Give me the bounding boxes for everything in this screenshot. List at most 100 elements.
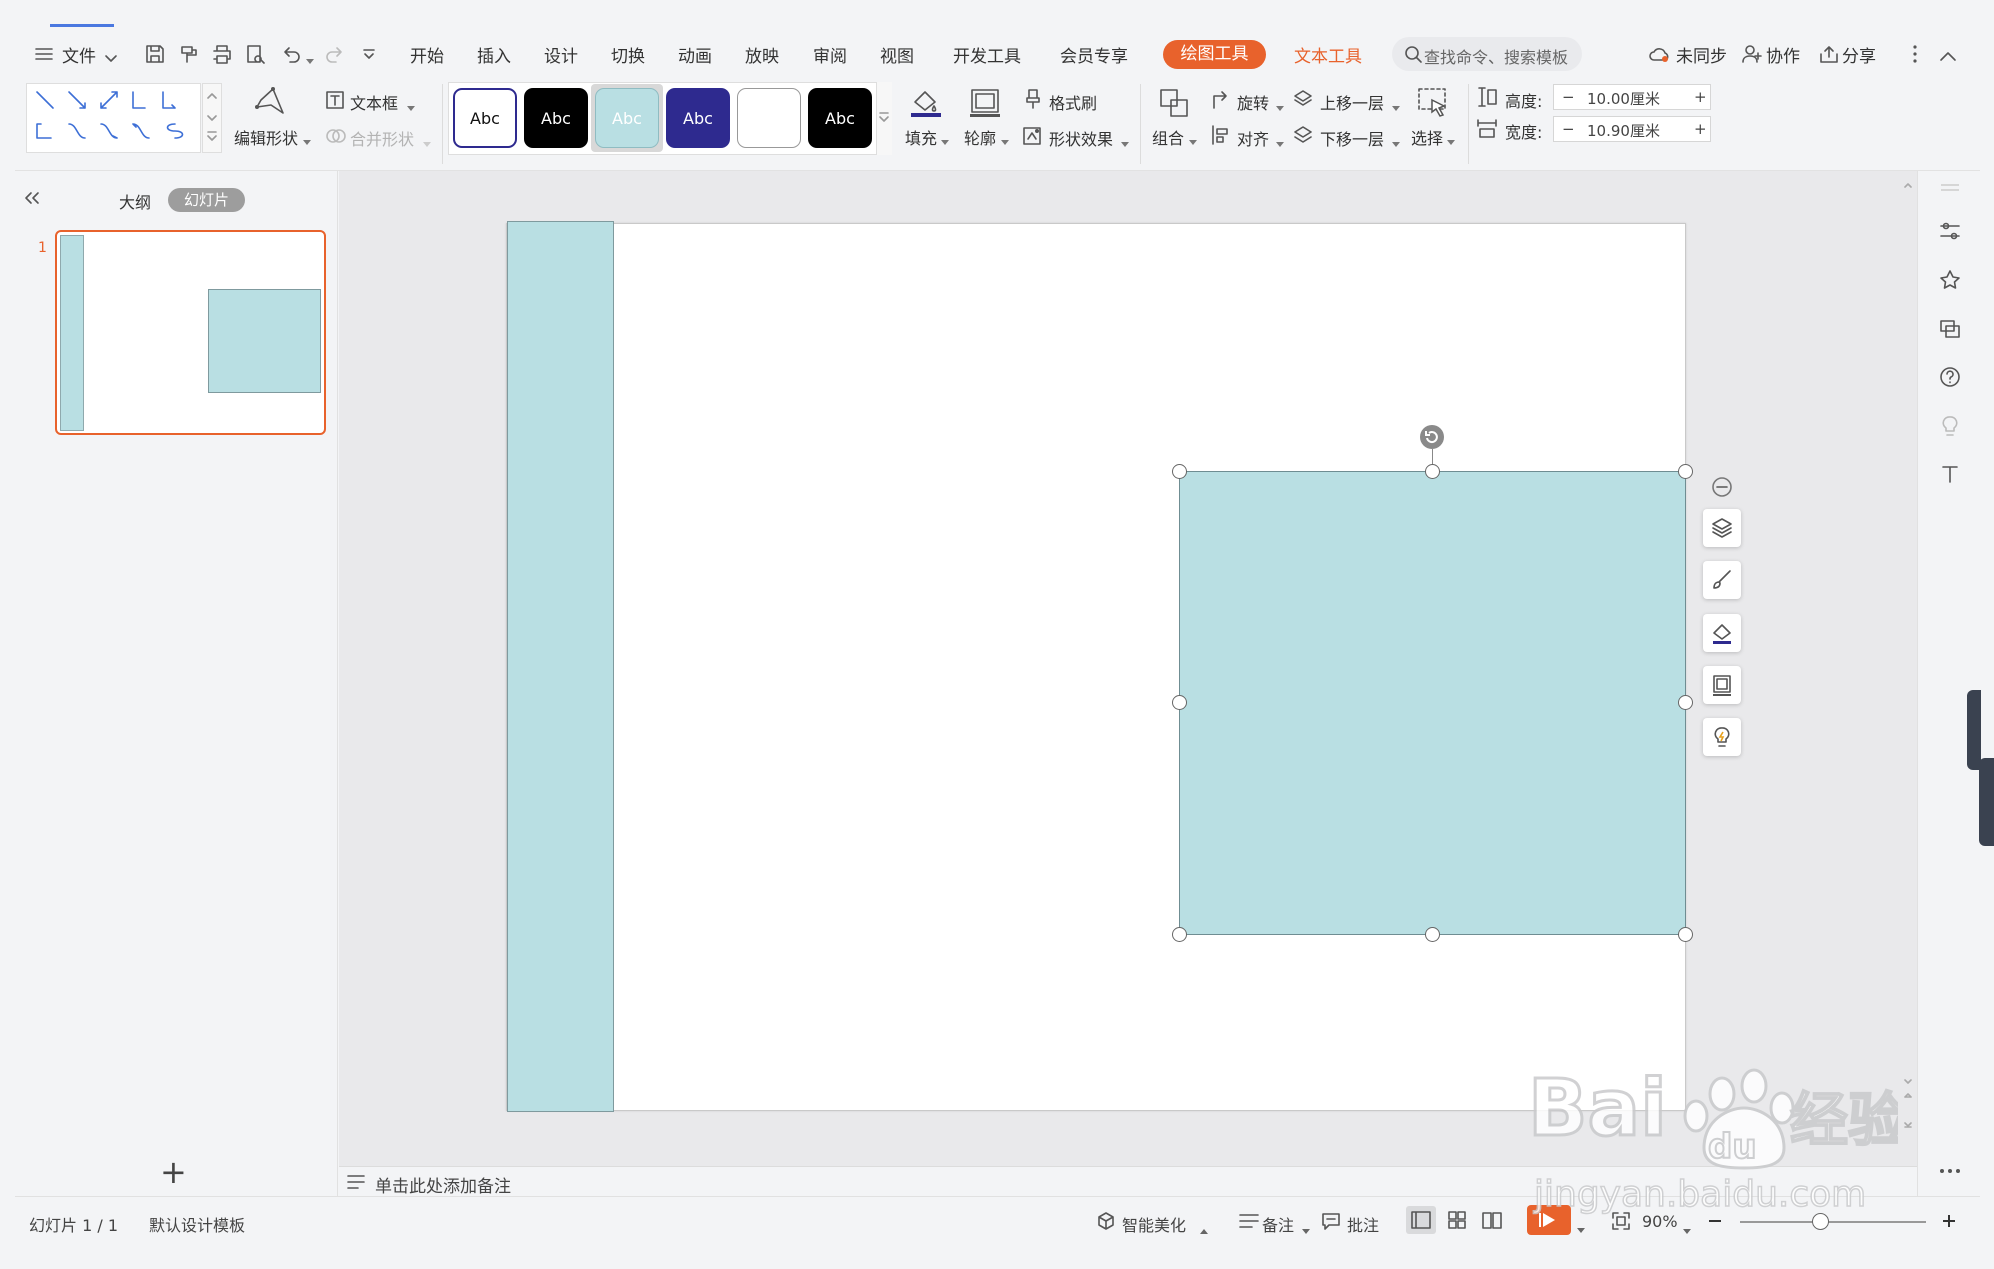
align-icon[interactable] (1210, 124, 1232, 150)
comment-icon[interactable] (1320, 1210, 1342, 1236)
search-box[interactable]: 查找命令、搜索模板 (1392, 37, 1582, 71)
resize-handle-top-right[interactable] (1678, 464, 1693, 479)
edit-shape-label[interactable]: 编辑形状 (234, 125, 298, 149)
float-outline-button[interactable] (1703, 666, 1741, 704)
width-input[interactable]: − 10.90厘米 + (1553, 116, 1711, 142)
outline-label[interactable]: 轮廓 (964, 125, 996, 149)
format-painter-label[interactable]: 格式刷 (1049, 90, 1097, 114)
group-icon[interactable] (1157, 86, 1191, 124)
float-idea-button[interactable] (1703, 718, 1741, 756)
resize-handle-bottom[interactable] (1425, 927, 1440, 942)
bring-forward-label[interactable]: 上移一层 (1320, 90, 1384, 114)
text-box-icon[interactable] (325, 90, 345, 114)
left-bar-shape[interactable] (507, 221, 614, 1112)
share-label[interactable]: 分享 (1842, 42, 1876, 67)
share-icon[interactable] (1818, 44, 1840, 68)
style-swatch-dark-blue[interactable]: Abc (666, 88, 730, 148)
tab-text-tools[interactable]: 文本工具 (1294, 42, 1362, 67)
text-icon[interactable] (1938, 462, 1962, 486)
customize-toolbar-icon[interactable] (362, 47, 376, 66)
undo-dropdown-icon[interactable] (305, 51, 315, 70)
collaborate-icon[interactable] (1741, 44, 1763, 68)
float-fill-button[interactable] (1703, 614, 1741, 652)
height-decrement[interactable]: − (1562, 88, 1575, 106)
tab-member[interactable]: 会员专享 (1060, 42, 1128, 67)
save-icon[interactable] (144, 43, 166, 69)
tab-drawing-tools[interactable]: 绘图工具 (1163, 40, 1266, 69)
tab-start[interactable]: 开始 (410, 42, 444, 67)
shape-effects-label[interactable]: 形状效果 (1049, 126, 1113, 150)
collapse-ribbon-icon[interactable] (1939, 47, 1957, 66)
rotate-icon[interactable] (1210, 88, 1232, 114)
reading-view-icon[interactable] (1481, 1210, 1503, 1234)
style-brush-button[interactable] (1703, 561, 1741, 599)
width-decrement[interactable]: − (1562, 120, 1575, 138)
tab-review[interactable]: 审阅 (813, 42, 847, 67)
rotate-label[interactable]: 旋转 (1237, 90, 1269, 114)
idea-icon[interactable] (1938, 414, 1962, 438)
tab-outline[interactable]: 大纲 (119, 189, 151, 213)
height-input[interactable]: − 10.00厘米 + (1553, 84, 1711, 110)
send-backward-icon[interactable] (1292, 124, 1314, 150)
print-icon[interactable] (211, 43, 233, 69)
select-icon[interactable] (1416, 86, 1450, 124)
tab-view[interactable]: 视图 (880, 42, 914, 67)
tab-transition[interactable]: 切换 (611, 42, 645, 67)
smart-beautify-icon[interactable] (1096, 1211, 1116, 1235)
resize-handle-right[interactable] (1678, 695, 1693, 710)
cloud-sync-icon[interactable] (1648, 44, 1672, 68)
template-name[interactable]: 默认设计模板 (149, 1212, 245, 1236)
tab-animation[interactable]: 动画 (678, 42, 712, 67)
collapse-panel-icon[interactable] (23, 190, 41, 209)
normal-view-icon[interactable] (1406, 1206, 1436, 1234)
format-brush-icon[interactable] (178, 43, 200, 69)
text-box-label[interactable]: 文本框 (350, 90, 398, 114)
more-horizontal-icon[interactable] (1938, 1167, 1962, 1175)
add-slide-button[interactable]: + (160, 1156, 187, 1188)
side-drag-tab[interactable] (1967, 690, 1981, 770)
tab-developer[interactable]: 开发工具 (953, 42, 1021, 67)
resize-handle-bottom-left[interactable] (1172, 927, 1187, 942)
chevron-down-icon[interactable] (104, 49, 118, 68)
tab-slides[interactable]: 幻灯片 (168, 188, 245, 212)
smart-beautify-label[interactable]: 智能美化 (1122, 1212, 1186, 1236)
fill-label[interactable]: 填充 (905, 125, 937, 149)
help-icon[interactable] (1938, 365, 1962, 389)
send-backward-label[interactable]: 下移一层 (1320, 126, 1384, 150)
notes-placeholder[interactable]: 单击此处添加备注 (375, 1172, 511, 1197)
format-painter-icon[interactable] (1023, 88, 1043, 114)
collapse-float-toolbar-icon[interactable] (1711, 476, 1733, 502)
edit-shape-icon[interactable] (253, 85, 287, 119)
shape-effects-icon[interactable] (1021, 125, 1043, 151)
star-icon[interactable] (1938, 268, 1962, 292)
bring-forward-icon[interactable] (1292, 88, 1314, 114)
outline-icon[interactable] (968, 86, 1002, 122)
align-label[interactable]: 对齐 (1237, 126, 1269, 150)
shape-gallery[interactable] (26, 83, 201, 153)
select-label[interactable]: 选择 (1411, 125, 1443, 149)
style-swatch-white[interactable] (737, 88, 801, 148)
style-swatch-outline-blue[interactable]: Abc (453, 88, 517, 148)
style-swatch-black[interactable]: Abc (524, 88, 588, 148)
resize-handle-bottom-right[interactable] (1678, 927, 1693, 942)
tab-insert[interactable]: 插入 (477, 42, 511, 67)
properties-icon[interactable] (1938, 219, 1962, 243)
unsynced-label[interactable]: 未同步 (1676, 42, 1727, 67)
resize-handle-left[interactable] (1172, 695, 1187, 710)
resize-handle-top[interactable] (1425, 464, 1440, 479)
zoom-in-icon[interactable] (1940, 1212, 1958, 1234)
print-preview-icon[interactable] (245, 43, 267, 69)
side-drag-tab[interactable] (1979, 758, 1994, 846)
vertical-scrollbar[interactable] (1901, 180, 1915, 1160)
height-value[interactable]: 10.00厘米 (1587, 88, 1660, 109)
redo-icon[interactable] (324, 43, 346, 69)
hamburger-icon[interactable] (34, 46, 54, 66)
slide-sorter-icon[interactable] (1447, 1210, 1467, 1234)
layer-button[interactable] (1703, 509, 1741, 547)
more-vertical-icon[interactable] (1912, 44, 1918, 68)
comment-label[interactable]: 批注 (1347, 1212, 1379, 1236)
width-value[interactable]: 10.90厘米 (1587, 120, 1660, 141)
slide-thumbnail[interactable] (55, 230, 326, 435)
height-increment[interactable]: + (1694, 88, 1707, 106)
transition-icon[interactable] (1938, 317, 1962, 341)
